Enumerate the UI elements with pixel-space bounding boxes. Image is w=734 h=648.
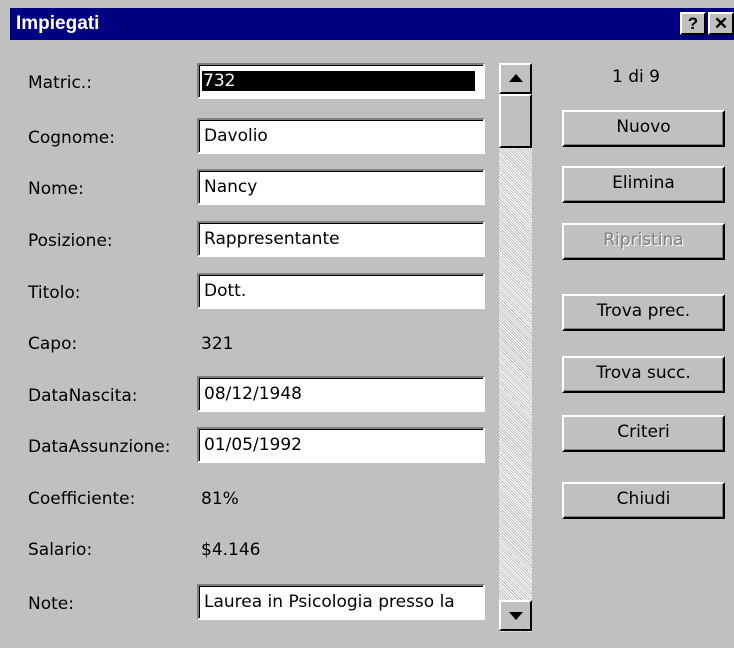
scroll-up-button[interactable] <box>499 63 532 94</box>
label-coefficiente: Coefficiente: <box>28 489 136 509</box>
criteri-button[interactable]: Criteri <box>562 415 725 452</box>
matric-value: 732 <box>202 71 475 91</box>
nuovo-button[interactable]: Nuovo <box>562 110 725 147</box>
titolo-field[interactable]: Dott. <box>197 273 485 309</box>
arrow-down-icon <box>509 612 523 620</box>
label-data-nascita: DataNascita: <box>28 386 138 406</box>
arrow-up-icon <box>509 74 523 82</box>
label-matric: Matric.: <box>28 73 92 93</box>
record-counter: 1 di 9 <box>612 67 660 87</box>
cognome-field[interactable]: Davolio <box>197 118 485 154</box>
ripristina-button: Ripristina <box>562 223 725 260</box>
chiudi-button[interactable]: Chiudi <box>562 482 725 519</box>
elimina-button[interactable]: Elimina <box>562 166 725 203</box>
record-scrollbar[interactable] <box>499 63 532 632</box>
data-assunzione-field[interactable]: 01/05/1992 <box>197 427 485 463</box>
nome-field[interactable]: Nancy <box>197 169 485 205</box>
data-nascita-field[interactable]: 08/12/1948 <box>197 376 485 412</box>
label-salario: Salario: <box>28 540 93 560</box>
label-note: Note: <box>28 594 74 614</box>
trova-succ-button[interactable]: Trova succ. <box>562 356 725 393</box>
label-cognome: Cognome: <box>28 128 115 148</box>
label-titolo: Titolo: <box>28 283 81 303</box>
coefficiente-value: 81% <box>201 489 239 509</box>
help-icon[interactable]: ? <box>680 12 706 35</box>
window-title: Impiegati <box>16 13 100 34</box>
scroll-thumb[interactable] <box>499 94 532 148</box>
matric-field[interactable]: 732 <box>197 63 485 99</box>
label-data-assunzione: DataAssunzione: <box>28 437 171 457</box>
label-posizione: Posizione: <box>28 231 113 251</box>
scroll-down-button[interactable] <box>499 600 532 631</box>
label-nome: Nome: <box>28 179 84 199</box>
posizione-field[interactable]: Rappresentante <box>197 221 485 257</box>
note-field[interactable]: Laurea in Psicologia presso la <box>197 584 485 620</box>
title-bar[interactable]: Impiegati ? ✕ <box>10 8 734 40</box>
label-capo: Capo: <box>28 334 78 354</box>
close-icon[interactable]: ✕ <box>708 12 734 35</box>
trova-prec-button[interactable]: Trova prec. <box>562 294 725 331</box>
dialog-window: Impiegati ? ✕ Matric.: 732 Cognome: Davo… <box>0 0 734 648</box>
salario-value: $4.146 <box>201 540 261 560</box>
capo-value: 321 <box>201 334 234 354</box>
